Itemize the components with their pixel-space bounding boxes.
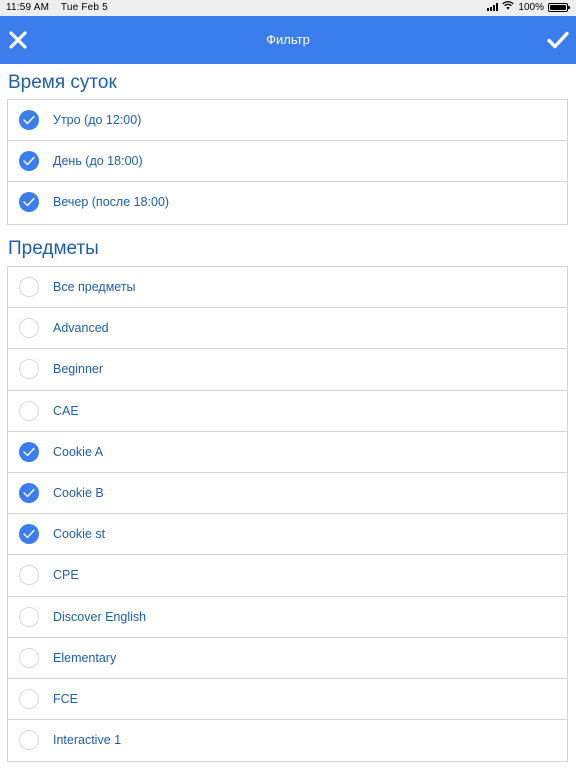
- time-of-day-row[interactable]: День (до 18:00): [8, 141, 567, 183]
- subject-row[interactable]: FCE: [8, 679, 567, 721]
- battery-percent: 100%: [518, 1, 544, 13]
- unchecked-circle-icon[interactable]: [19, 277, 39, 297]
- subject-label: Cookie B: [53, 485, 104, 500]
- time-of-day-list: Утро (до 12:00) День (до 18:00) Вечер (пос…: [7, 99, 568, 225]
- checked-circle-icon[interactable]: [19, 151, 39, 172]
- checked-circle-icon[interactable]: [19, 524, 39, 545]
- page-title: Фильтр: [266, 32, 310, 47]
- time-of-day-label: Утро (до 12:00): [53, 113, 142, 127]
- subject-row[interactable]: Все предметы: [8, 267, 567, 309]
- subject-label: CAE: [53, 403, 79, 418]
- unchecked-circle-icon[interactable]: [19, 400, 39, 421]
- time-of-day-heading: Время суток: [8, 72, 117, 93]
- status-date: Tue Feb 5: [60, 2, 108, 13]
- subject-row[interactable]: CPE: [8, 555, 567, 597]
- navigation-bar: Фильтр: [0, 16, 576, 64]
- cellular-signal-icon: [487, 3, 499, 11]
- subject-label: Elementary: [53, 650, 117, 665]
- time-of-day-label: Вечер (после 18:00): [53, 195, 170, 210]
- subject-label: Beginner: [53, 362, 104, 377]
- checked-circle-icon[interactable]: [19, 482, 39, 503]
- subject-label: Discover English: [53, 609, 147, 624]
- subject-row[interactable]: Cookie A: [8, 432, 567, 473]
- subject-label: Все предметы: [53, 280, 136, 294]
- checkmark-icon: [547, 31, 569, 49]
- battery-fill: [550, 4, 566, 10]
- unchecked-circle-icon[interactable]: [19, 318, 39, 339]
- close-button[interactable]: [2, 24, 34, 56]
- status-bar-left: 11:59 AM Tue Feb 5: [6, 2, 117, 13]
- subjects-list: Все предметы Advanced Beginner CAE Cookie A C…: [7, 266, 568, 763]
- subject-label: Cookie A: [53, 444, 104, 459]
- subject-row[interactable]: Cookie B: [8, 473, 567, 515]
- time-of-day-label: День (до 18:00): [53, 154, 143, 169]
- unchecked-circle-icon[interactable]: [19, 688, 39, 709]
- unchecked-circle-icon[interactable]: [19, 647, 39, 668]
- checked-circle-icon[interactable]: [19, 441, 39, 462]
- close-icon: [9, 31, 27, 49]
- time-of-day-row[interactable]: Утро (до 12:00): [8, 100, 567, 142]
- unchecked-circle-icon[interactable]: [19, 359, 39, 380]
- subject-row[interactable]: Elementary: [8, 638, 567, 679]
- subject-row[interactable]: Beginner: [8, 349, 567, 391]
- subject-row[interactable]: Discover English: [8, 597, 567, 638]
- time-of-day-row[interactable]: Вечер (после 18:00): [8, 182, 567, 223]
- checked-circle-icon[interactable]: [19, 110, 39, 130]
- subject-label: Advanced: [53, 321, 109, 336]
- wifi-icon: [502, 1, 515, 13]
- unchecked-circle-icon[interactable]: [19, 565, 39, 586]
- subject-row[interactable]: Cookie st: [8, 514, 567, 556]
- subject-row[interactable]: CAE: [8, 391, 567, 432]
- unchecked-circle-icon[interactable]: [19, 730, 39, 751]
- apply-button[interactable]: [542, 24, 574, 56]
- status-bar-right: 100%: [487, 1, 570, 13]
- status-time: 11:59 AM: [6, 2, 50, 13]
- subject-row[interactable]: Interactive 1: [8, 720, 567, 761]
- battery-icon: [548, 2, 570, 12]
- subjects-heading: Предметы: [8, 238, 99, 259]
- subject-label: CPE: [53, 568, 79, 583]
- unchecked-circle-icon[interactable]: [19, 606, 39, 627]
- subject-label: Interactive 1: [53, 733, 122, 748]
- checked-circle-icon[interactable]: [19, 192, 39, 213]
- subject-row[interactable]: Advanced: [8, 308, 567, 350]
- subject-label: Cookie st: [53, 527, 106, 542]
- status-bar: 11:59 AM Tue Feb 5 100%: [0, 0, 576, 16]
- subject-label: FCE: [53, 691, 78, 706]
